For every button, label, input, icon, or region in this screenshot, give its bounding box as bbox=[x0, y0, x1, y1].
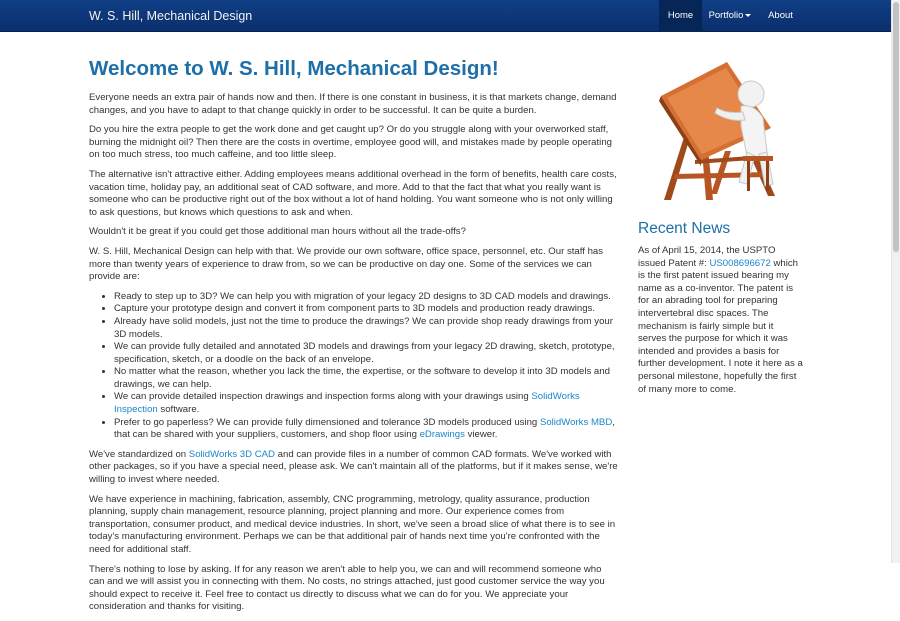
nav-portfolio[interactable]: Portfolio bbox=[702, 0, 758, 32]
list-item-text: viewer. bbox=[464, 429, 498, 441]
solidworks-mbd-link[interactable]: SolidWorks MBD bbox=[540, 417, 612, 428]
caret-down-icon bbox=[745, 13, 752, 17]
paragraph-services: W. S. Hill, Mechanical Design can help w… bbox=[89, 245, 604, 283]
patent-link[interactable]: US008696672 bbox=[709, 258, 770, 269]
scrollbar-thumb[interactable] bbox=[893, 2, 899, 252]
paragraph-contact: There's nothing to lose by asking. If fo… bbox=[89, 563, 605, 613]
paragraph-hire: Do you hire the extra people to get the … bbox=[89, 124, 612, 161]
paragraph-text: We've standardized on bbox=[89, 448, 189, 460]
nav-home[interactable]: Home bbox=[659, 0, 702, 32]
list-item-text: Prefer to go paperless? We can provide f… bbox=[114, 416, 540, 428]
edrawings-link[interactable]: eDrawings bbox=[420, 429, 465, 440]
news-title: Recent News bbox=[638, 220, 731, 237]
news-text: As of April 15, 2014, the USPTO issued P… bbox=[638, 245, 803, 396]
solidworks-3d-cad-link[interactable]: SolidWorks 3D CAD bbox=[189, 449, 275, 460]
list-item: We can provide fully detailed and annota… bbox=[114, 341, 619, 366]
nav-portfolio-label: Portfolio bbox=[708, 10, 744, 21]
list-item: Ready to step up to 3D? We can help you … bbox=[114, 291, 619, 304]
main-content: Welcome to W. S. Hill, Mechanical Design… bbox=[89, 56, 619, 621]
nav-about[interactable]: About bbox=[760, 0, 801, 32]
intro-paragraph: Everyone needs an extra pair of hands no… bbox=[89, 92, 617, 116]
list-item: Prefer to go paperless? We can provide f… bbox=[114, 417, 619, 442]
brand-link[interactable]: W. S. Hill, Mechanical Design bbox=[89, 0, 252, 32]
paragraph-standardized: We've standardized on SolidWorks 3D CAD … bbox=[89, 449, 619, 487]
list-item: We can provide detailed inspection drawi… bbox=[114, 391, 619, 416]
paragraph-alternative: The alternative isn't attractive either.… bbox=[89, 168, 617, 218]
scrollbar[interactable] bbox=[891, 0, 900, 563]
navbar: W. S. Hill, Mechanical Design Home Portf… bbox=[0, 0, 891, 32]
list-item: Already have solid models, just not the … bbox=[114, 316, 619, 341]
list-item-text: We can provide detailed inspection drawi… bbox=[114, 391, 532, 403]
services-list: Ready to step up to 3D? We can help you … bbox=[89, 291, 619, 442]
list-item: No matter what the reason, whether you l… bbox=[114, 366, 619, 391]
list-item: Capture your prototype design and conver… bbox=[114, 303, 619, 316]
list-item-text: software. bbox=[157, 404, 200, 416]
news-text-part: which is the first patent issued bearing… bbox=[638, 257, 803, 395]
paragraph-experience: We have experience in machining, fabrica… bbox=[89, 493, 616, 555]
drafting-table-figure-icon bbox=[659, 62, 775, 200]
page-title: Welcome to W. S. Hill, Mechanical Design… bbox=[89, 57, 499, 80]
paragraph-question: Wouldn't it be great if you could get th… bbox=[89, 226, 466, 238]
